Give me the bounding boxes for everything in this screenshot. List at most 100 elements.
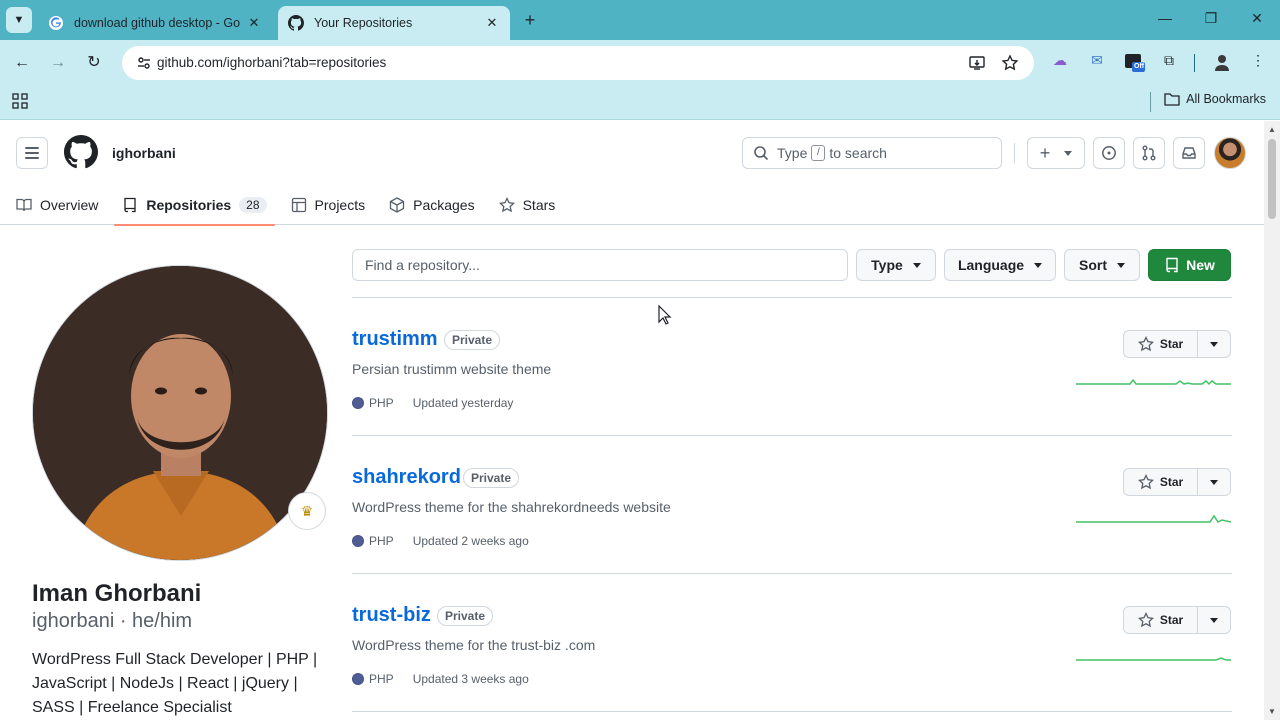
new-repository-button[interactable]: New (1148, 249, 1231, 281)
star-label: Star (1159, 337, 1184, 351)
type-filter-label: Type (871, 257, 903, 273)
close-icon[interactable]: ✕ (484, 15, 500, 31)
activity-sparkline (1076, 657, 1231, 661)
chevron-down-icon (1210, 479, 1218, 485)
vpn-extension-icon[interactable]: Off (1124, 52, 1145, 72)
star-button[interactable]: Star (1124, 331, 1198, 357)
apps-grid-icon[interactable] (12, 93, 28, 109)
tab-label: Stars (522, 197, 556, 213)
create-new-button[interactable]: + (1027, 137, 1085, 169)
hamburger-menu-icon[interactable] (16, 137, 48, 169)
repo-meta: PHP Updated 2 weeks ago (352, 534, 529, 548)
chevron-down-icon (1064, 150, 1073, 156)
tab-stars[interactable]: Stars (491, 185, 564, 225)
global-search-input[interactable]: Type / to search (742, 137, 1002, 169)
profile-avatar-icon[interactable] (1212, 52, 1232, 72)
browser-tab-repositories[interactable]: Your Repositories ✕ (278, 6, 510, 40)
status-emoji-button[interactable]: ♛ (288, 492, 326, 530)
repositories-count-badge: 28 (239, 197, 267, 213)
star-icon (1137, 336, 1154, 352)
new-tab-button[interactable]: + (518, 10, 542, 30)
bookmark-star-icon[interactable] (1001, 54, 1019, 72)
site-info-icon[interactable] (136, 55, 152, 71)
tab-label: Overview (40, 197, 99, 213)
repo-name-link[interactable]: trust-biz (352, 604, 431, 627)
star-label: Star (1159, 613, 1184, 627)
star-list-dropdown[interactable] (1198, 607, 1230, 633)
scroll-up-icon[interactable]: ▲ (1268, 125, 1276, 134)
sort-button[interactable]: Sort (1064, 249, 1140, 281)
star-button-group: Star (1123, 606, 1231, 634)
minimize-icon[interactable]: — (1155, 10, 1175, 26)
profile-avatar[interactable] (32, 265, 328, 561)
tab-overview[interactable]: Overview (8, 185, 106, 225)
repo-updated: Updated 2 weeks ago (412, 534, 529, 548)
tab-label: Repositories (146, 197, 232, 213)
star-button[interactable]: Star (1124, 469, 1198, 495)
repo-description: WordPress theme for the trust-biz .com (352, 637, 596, 653)
search-icon (754, 146, 769, 161)
issues-button[interactable] (1093, 137, 1125, 169)
mail-extension-icon[interactable]: ✉ (1087, 52, 1107, 72)
language-color-dot (352, 397, 364, 409)
bookmarks-divider (1150, 92, 1151, 112)
star-button[interactable]: Star (1124, 607, 1198, 633)
activity-sparkline (1076, 378, 1231, 386)
tab-repositories[interactable]: Repositories 28 (114, 185, 275, 226)
profile-full-name: Iman Ghorbani (32, 580, 202, 607)
chevron-down-icon (1034, 262, 1043, 268)
book-icon (16, 198, 32, 212)
address-bar[interactable]: github.com/ighorbani?tab=repositories (122, 46, 1034, 80)
repo-icon (1166, 257, 1178, 273)
sort-label: Sort (1079, 257, 1107, 273)
forward-icon[interactable]: → (47, 52, 69, 74)
browser-tab-google[interactable]: download github desktop - Go ✕ (38, 6, 272, 40)
type-filter-button[interactable]: Type (856, 249, 936, 281)
extensions-puzzle-icon[interactable]: ⧉ (1159, 52, 1179, 72)
tab-title: Your Repositories (314, 16, 413, 30)
page-scrollbar[interactable]: ▲ ▼ (1264, 121, 1280, 720)
star-icon (1137, 474, 1154, 490)
profile-bio: WordPress Full Stack Developer | PHP | J… (32, 651, 318, 716)
close-icon[interactable]: ✕ (246, 15, 262, 31)
chevron-down-icon: ▼ (13, 14, 25, 26)
pull-requests-button[interactable] (1133, 137, 1165, 169)
github-header: ighorbani Type / to search + Overview Re… (0, 121, 1264, 226)
user-avatar[interactable] (1214, 137, 1246, 169)
url-text: github.com/ighorbani?tab=repositories (157, 55, 387, 70)
restore-icon[interactable]: ❐ (1201, 10, 1221, 27)
repo-name-link[interactable]: shahrekord (352, 466, 461, 489)
scroll-down-icon[interactable]: ▼ (1268, 707, 1276, 716)
repo-meta: PHP Updated yesterday (352, 396, 513, 410)
find-repository-input[interactable] (352, 249, 848, 281)
scrollbar-thumb[interactable] (1268, 139, 1276, 219)
context-username-link[interactable]: ighorbani (112, 145, 176, 161)
kebab-menu-icon[interactable]: ⋮ (1248, 52, 1268, 72)
repo-language: PHP (369, 672, 394, 686)
tab-packages[interactable]: Packages (381, 185, 482, 225)
repo-icon (124, 197, 137, 213)
star-list-dropdown[interactable] (1198, 331, 1230, 357)
notifications-button[interactable] (1173, 137, 1205, 169)
install-app-icon[interactable] (968, 54, 986, 72)
star-list-dropdown[interactable] (1198, 469, 1230, 495)
star-label: Star (1159, 475, 1184, 489)
repo-list-item: trustimm Private Persian trustimm websit… (352, 298, 1232, 436)
back-icon[interactable]: ← (11, 52, 33, 74)
window-close-icon[interactable]: ✕ (1247, 10, 1267, 27)
tab-label: Packages (413, 197, 475, 213)
star-icon (1137, 612, 1154, 628)
all-bookmarks-button[interactable]: All Bookmarks (1164, 92, 1266, 106)
language-color-dot (352, 673, 364, 685)
repo-name-link[interactable]: trustimm (352, 328, 438, 351)
cloud-extension-icon[interactable]: ☁ (1050, 52, 1070, 72)
header-divider (1014, 143, 1015, 163)
reload-icon[interactable]: ↻ (83, 52, 105, 74)
tab-search-button[interactable]: ▼ (6, 7, 32, 33)
repo-updated: Updated 3 weeks ago (412, 672, 529, 686)
toolbar-divider (1194, 54, 1195, 72)
tab-projects[interactable]: Projects (283, 185, 374, 225)
language-filter-button[interactable]: Language (944, 249, 1056, 281)
github-logo-icon[interactable] (64, 135, 98, 169)
inbox-icon (1182, 147, 1196, 159)
